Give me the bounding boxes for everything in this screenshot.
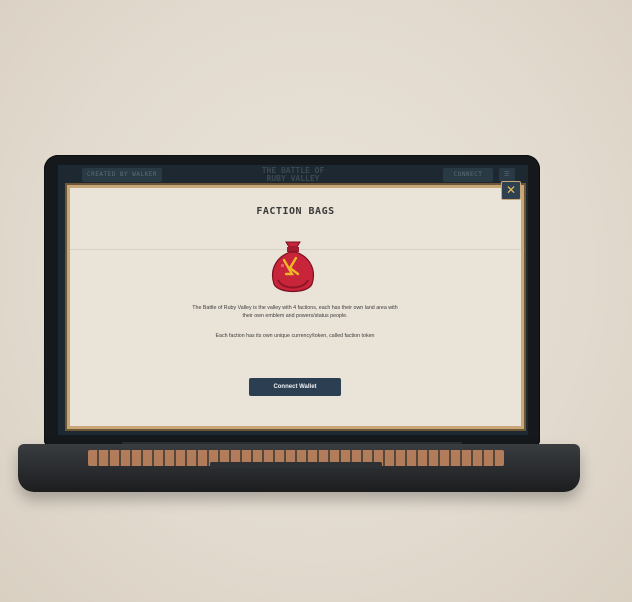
header-connect-button[interactable]: CONNECT: [443, 168, 493, 182]
app-logo: THE BATTLE OF RUBY VALLEY: [248, 167, 338, 183]
connect-wallet-button[interactable]: Connect Wallet: [249, 378, 341, 396]
created-by-button[interactable]: CREATED BY WALKER: [82, 168, 162, 182]
app-header: CREATED BY WALKER THE BATTLE OF RUBY VAL…: [58, 165, 528, 187]
modal-description-1: The Battle of Ruby Valley is the valley …: [192, 305, 398, 319]
modal-title: FACTION BAGS: [256, 206, 335, 217]
faction-bag-icon: [271, 241, 315, 293]
logo-line-2: RUBY VALLEY: [266, 174, 320, 183]
laptop-trackpad: [210, 462, 382, 468]
close-icon[interactable]: ✕: [501, 181, 521, 200]
modal-description-2: Each faction has its own unique currency…: [215, 333, 375, 339]
header-menu-button[interactable]: ☰: [499, 168, 515, 182]
faction-bags-modal: FACTION BAGS The Battle of Ruby Valley i…: [67, 185, 524, 429]
